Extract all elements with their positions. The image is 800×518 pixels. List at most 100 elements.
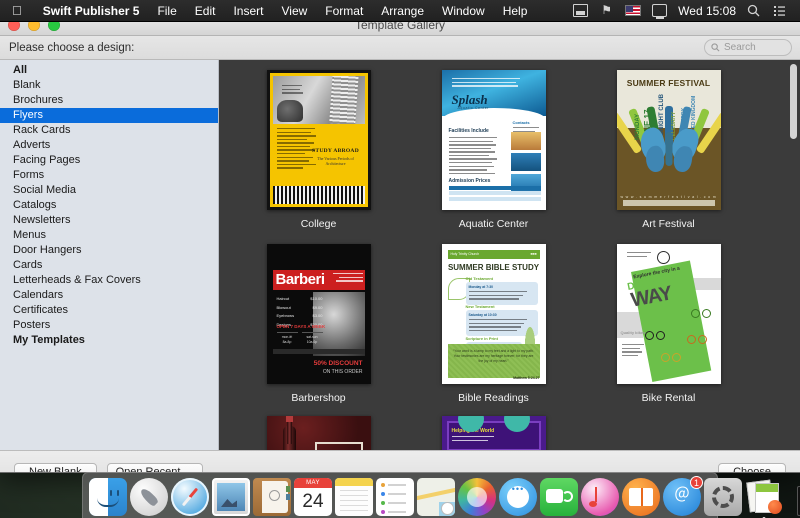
template-thumbnail-aquatic-center[interactable]: Splash Aquatic Center Contacts Facilitie…: [442, 70, 546, 210]
airplay-icon[interactable]: [573, 4, 588, 17]
search-input[interactable]: Search: [724, 42, 756, 53]
menu-item-insert[interactable]: Insert: [224, 4, 272, 18]
aquatic-photo-1: [511, 132, 541, 150]
bicycle-icon-1: [645, 328, 665, 340]
new-blank-button[interactable]: New Blank: [14, 463, 97, 472]
dock-item-mail[interactable]: [212, 478, 250, 516]
menu-clock[interactable]: Wed 15:08: [678, 4, 736, 18]
template-gallery-window: Template Gallery Please choose a design:…: [0, 14, 800, 472]
barber-price-row: Haircut$10.00: [277, 296, 323, 301]
template-thumbnail-college[interactable]: STUDY ABROAD The Various Periods of Arch…: [267, 70, 371, 210]
menu-item-file[interactable]: File: [148, 4, 185, 18]
dock-item-app-store[interactable]: ＠ 1: [663, 478, 701, 516]
dock-item-facetime[interactable]: [540, 478, 578, 516]
template-thumbnail-barbershop[interactable]: Barberi Haircut$10.00 Blowout$9.00 Eye: [267, 244, 371, 384]
bible-issue-info: ■■■: [530, 252, 536, 256]
dock-item-itunes[interactable]: [581, 478, 619, 516]
menu-app-name[interactable]: Swift Publisher 5: [34, 4, 149, 18]
template-cell-college[interactable]: STUDY ABROAD The Various Periods of Arch…: [231, 68, 406, 230]
thumb-wrap-bike: Explore the city in a DIFFERENT WAY Qual…: [617, 242, 721, 386]
dock-item-maps[interactable]: [417, 478, 455, 516]
sidebar-item-forms[interactable]: Forms: [0, 168, 218, 183]
template-cell-art-festival[interactable]: SUMMER FESTIVAL: [581, 68, 756, 230]
dock-item-system-preferences[interactable]: [704, 478, 742, 516]
dock-item-swift-publisher[interactable]: [745, 478, 783, 516]
bike-left-details: [622, 344, 646, 358]
menu-item-view[interactable]: View: [272, 4, 316, 18]
service-name: Haircut: [277, 296, 290, 301]
choose-button[interactable]: Choose: [718, 463, 786, 472]
menu-status-area: ⚑ Wed 15:08: [573, 4, 794, 18]
us-flag-icon[interactable]: [625, 5, 641, 16]
gallery-bottom-bar: New Blank Open Recent ▼ Choose: [0, 450, 800, 472]
menu-item-window[interactable]: Window: [433, 4, 494, 18]
dock-item-ibooks[interactable]: [622, 478, 660, 516]
sidebar-item-certificates[interactable]: Certificates: [0, 303, 218, 318]
sidebar-item-brochures[interactable]: Brochures: [0, 93, 218, 108]
sidebar-item-letterheads[interactable]: Letterheads & Fax Covers: [0, 273, 218, 288]
sidebar-item-cards[interactable]: Cards: [0, 258, 218, 273]
dock-item-reminders[interactable]: [376, 478, 414, 516]
menu-item-edit[interactable]: Edit: [186, 4, 225, 18]
dock-item-safari[interactable]: [171, 478, 209, 516]
spotlight-search-icon[interactable]: [747, 4, 762, 17]
dock-item-calendar[interactable]: MAY 24: [294, 478, 332, 516]
display-mirror-icon[interactable]: [652, 4, 667, 17]
dock-item-finder[interactable]: [89, 478, 127, 516]
template-thumbnail-bike-rental[interactable]: Explore the city in a DIFFERENT WAY Qual…: [617, 244, 721, 384]
open-recent-dropdown[interactable]: Open Recent ▼: [107, 463, 203, 472]
template-label-art-festival: Art Festival: [642, 218, 695, 230]
template-cell-bible-readings[interactable]: Holy Trinity Church ■■■ SUMMER BIBLE STU…: [406, 242, 581, 404]
sidebar-item-rack-cards[interactable]: Rack Cards: [0, 123, 218, 138]
sidebar-item-blank[interactable]: Blank: [0, 78, 218, 93]
gallery-toolbar: Please choose a design: Search: [0, 36, 800, 60]
butterfly-icon: [639, 126, 699, 176]
sidebar-item-all[interactable]: All: [0, 63, 218, 78]
menu-item-help[interactable]: Help: [494, 4, 537, 18]
template-cell-barbershop[interactable]: Barberi Haircut$10.00 Blowout$9.00 Eye: [231, 242, 406, 404]
art-footer-bar: [623, 200, 715, 206]
template-thumbnail-catering[interactable]: ABC Catering Service: [267, 416, 371, 450]
menu-item-arrange[interactable]: Arrange: [372, 4, 433, 18]
template-cell-bike-rental[interactable]: Explore the city in a DIFFERENT WAY Qual…: [581, 242, 756, 404]
sidebar-item-my-templates[interactable]: My Templates: [0, 333, 218, 348]
barber-discount-headline: 50% DISCOUNT: [314, 360, 363, 367]
apple-logo-icon[interactable]: : [12, 4, 22, 17]
menu-item-format[interactable]: Format: [316, 4, 372, 18]
sidebar-item-facing-pages[interactable]: Facing Pages: [0, 153, 218, 168]
dock-item-messages[interactable]: [499, 478, 537, 516]
dock-item-launchpad[interactable]: [130, 478, 168, 516]
sidebar-item-adverts[interactable]: Adverts: [0, 138, 218, 153]
sidebar-item-calendars[interactable]: Calendars: [0, 288, 218, 303]
template-cell-aquatic-center[interactable]: Splash Aquatic Center Contacts Facilitie…: [406, 68, 581, 230]
sidebar-item-door-hangers[interactable]: Door Hangers: [0, 243, 218, 258]
template-thumbnail-art-festival[interactable]: SUMMER FESTIVAL: [617, 70, 721, 210]
template-cell-helping-partial[interactable]: Helping the World: [406, 416, 581, 450]
template-grid-area[interactable]: STUDY ABROAD The Various Periods of Arch…: [219, 60, 800, 450]
dock-item-photos[interactable]: [458, 478, 496, 516]
gallery-scrollbar[interactable]: [790, 64, 797, 139]
template-thumbnail-bible-readings[interactable]: Holy Trinity Church ■■■ SUMMER BIBLE STU…: [442, 244, 546, 384]
sidebar-item-posters[interactable]: Posters: [0, 318, 218, 333]
dock-item-notes[interactable]: [335, 478, 373, 516]
category-sidebar[interactable]: All Blank Brochures Flyers Rack Cards Ad…: [0, 60, 219, 450]
thumb-wrap-barbershop: Barberi Haircut$10.00 Blowout$9.00 Eye: [267, 242, 371, 386]
sidebar-item-flyers[interactable]: Flyers: [0, 108, 218, 123]
template-thumbnail-helping-world[interactable]: Helping the World: [442, 416, 546, 450]
sidebar-item-social-media[interactable]: Social Media: [0, 183, 218, 198]
barber-hours-weekday: mon-fri8a-8p: [277, 332, 298, 345]
bike-wheel-logo-icon: [657, 251, 670, 264]
sidebar-item-catalogs[interactable]: Catalogs: [0, 198, 218, 213]
bluetooth-icon[interactable]: ⚑: [599, 4, 614, 17]
thumb-wrap-bible: Holy Trinity Church ■■■ SUMMER BIBLE STU…: [442, 242, 546, 386]
search-field[interactable]: Search: [704, 39, 792, 56]
bible-box-old: Monday at 7:30: [466, 282, 538, 305]
template-cell-catering-partial[interactable]: ABC Catering Service: [231, 416, 406, 450]
calendar-month: MAY: [294, 478, 332, 488]
service-price: $9.00: [312, 305, 322, 310]
bike-overlay-text: Quality bikes: [621, 330, 646, 335]
notification-center-icon[interactable]: [773, 4, 788, 17]
dock-item-contacts[interactable]: [253, 478, 291, 516]
sidebar-item-newsletters[interactable]: Newsletters: [0, 213, 218, 228]
sidebar-item-menus[interactable]: Menus: [0, 228, 218, 243]
